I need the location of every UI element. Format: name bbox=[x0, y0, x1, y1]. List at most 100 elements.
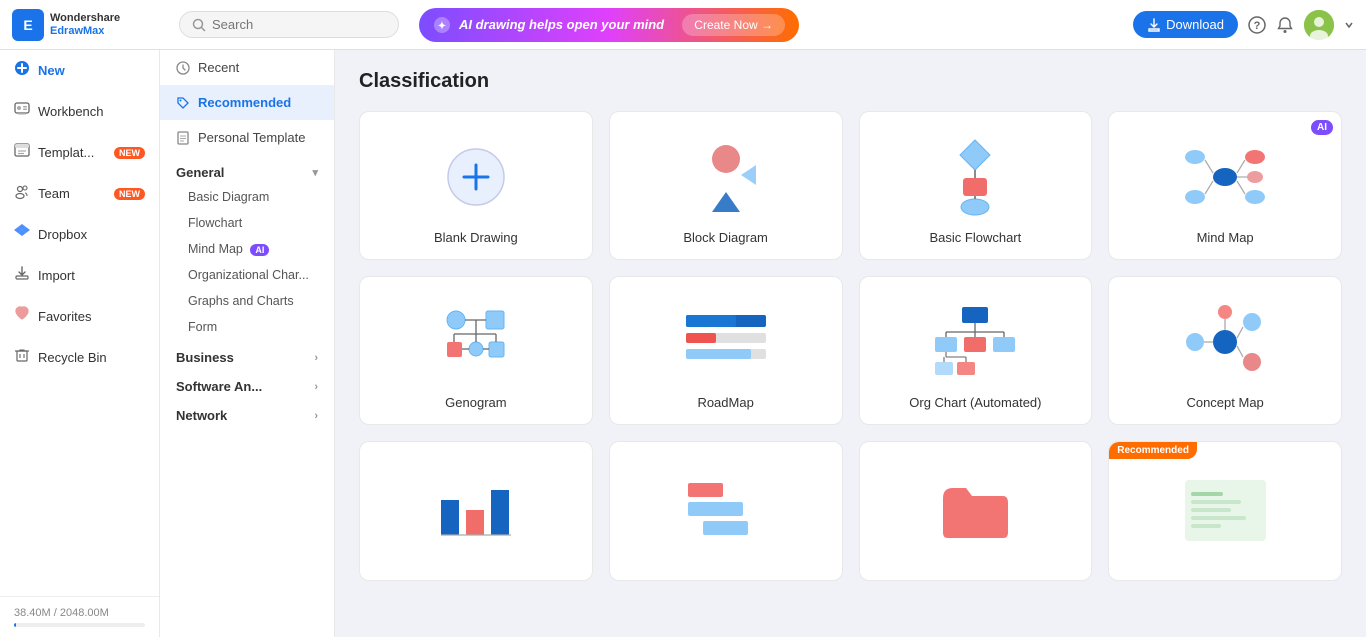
ai-create-now-button[interactable]: Create Now → bbox=[682, 14, 785, 36]
templates-new-badge: NEW bbox=[114, 147, 145, 159]
page-title: Classification bbox=[359, 70, 1342, 93]
plus-icon bbox=[14, 60, 30, 81]
nav-panel: Recent Recommended Personal Template Gen… bbox=[160, 50, 335, 637]
storage-bar bbox=[14, 623, 145, 627]
storage-info: 38.40M / 2048.00M bbox=[0, 596, 159, 637]
card-bar-chart[interactable] bbox=[359, 441, 593, 581]
card-visual-bar bbox=[370, 462, 582, 558]
mind-map-ai-badge: AI bbox=[250, 244, 269, 256]
card-visual-block bbox=[620, 132, 832, 222]
logo[interactable]: E Wondershare EdrawMax bbox=[12, 9, 167, 41]
storage-fill bbox=[14, 623, 16, 627]
card-visual-genogram bbox=[370, 297, 582, 387]
nav-sub-flowchart[interactable]: Flowchart bbox=[160, 210, 334, 236]
card-visual-blank bbox=[370, 132, 582, 222]
sidebar-item-templates[interactable]: Templat... NEW bbox=[0, 132, 159, 173]
search-input[interactable] bbox=[212, 17, 386, 32]
notifications-button[interactable] bbox=[1276, 16, 1294, 34]
card-org-chart-automated[interactable]: Org Chart (Automated) bbox=[859, 276, 1093, 425]
nav-section-business[interactable]: Business › bbox=[160, 340, 334, 369]
avatar[interactable] bbox=[1304, 10, 1334, 40]
sidebar-item-workbench[interactable]: Workbench bbox=[0, 91, 159, 132]
sidebar-item-dropbox[interactable]: Dropbox bbox=[0, 214, 159, 255]
card-visual-gantt bbox=[620, 462, 832, 558]
bell-icon bbox=[1276, 16, 1294, 34]
ai-banner: ✦ AI drawing helps open your mind Create… bbox=[419, 8, 799, 42]
card-label: Block Diagram bbox=[683, 230, 768, 245]
nav-item-recent[interactable]: Recent bbox=[160, 50, 334, 85]
nav-section-network[interactable]: Network › bbox=[160, 398, 334, 427]
card-recommended[interactable]: Recommended bbox=[1108, 441, 1342, 581]
ai-banner-text: AI drawing helps open your mind bbox=[459, 17, 674, 32]
card-block-diagram[interactable]: Block Diagram bbox=[609, 111, 843, 260]
card-concept-map[interactable]: Concept Map bbox=[1108, 276, 1342, 425]
card-visual-concept bbox=[1119, 297, 1331, 387]
nav-sub-basic-diagram[interactable]: Basic Diagram bbox=[160, 184, 334, 210]
svg-text:?: ? bbox=[1254, 20, 1261, 32]
card-visual-mindmap bbox=[1119, 132, 1331, 222]
search-icon bbox=[192, 18, 206, 32]
card-gantt[interactable] bbox=[609, 441, 843, 581]
svg-text:✦: ✦ bbox=[438, 21, 446, 32]
card-visual-orgchart bbox=[870, 297, 1082, 387]
cards-row-2: Genogram RoadMap bbox=[359, 276, 1342, 425]
main-area: New Workbench Templat... NEW Team NEW bbox=[0, 50, 1366, 637]
sidebar: New Workbench Templat... NEW Team NEW bbox=[0, 50, 160, 637]
card-mind-map[interactable]: AI Mind M bbox=[1108, 111, 1342, 260]
sidebar-item-new[interactable]: New bbox=[0, 50, 159, 91]
import-icon bbox=[14, 265, 30, 286]
chevron-right-icon: › bbox=[314, 410, 318, 422]
card-basic-flowchart[interactable]: Basic Flowchart bbox=[859, 111, 1093, 260]
nav-sub-mind-map[interactable]: Mind Map AI bbox=[160, 236, 334, 262]
card-visual-folder bbox=[870, 462, 1082, 558]
card-blank-drawing[interactable]: Blank Drawing bbox=[359, 111, 593, 260]
nav-item-recommended[interactable]: Recommended bbox=[160, 85, 334, 120]
card-label: Basic Flowchart bbox=[930, 230, 1022, 245]
card-label: Concept Map bbox=[1186, 395, 1263, 410]
card-label: Mind Map bbox=[1197, 230, 1254, 245]
chevron-down-icon: ▾ bbox=[312, 166, 318, 179]
logo-icon: E bbox=[12, 9, 44, 41]
card-folder[interactable] bbox=[859, 441, 1093, 581]
trash-icon bbox=[14, 347, 30, 368]
card-visual-recommended bbox=[1119, 462, 1331, 558]
nav-section-general[interactable]: General ▾ bbox=[160, 155, 334, 184]
sidebar-item-team[interactable]: Team NEW bbox=[0, 173, 159, 214]
recommended-badge: Recommended bbox=[1109, 442, 1197, 459]
nav-section-software[interactable]: Software An... › bbox=[160, 369, 334, 398]
logo-bot-text: EdrawMax bbox=[50, 25, 120, 37]
content-area: Classification Blank Drawing bbox=[335, 50, 1366, 637]
sidebar-item-recycle[interactable]: Recycle Bin bbox=[0, 337, 159, 378]
card-label: RoadMap bbox=[697, 395, 753, 410]
nav-item-personal-template[interactable]: Personal Template bbox=[160, 120, 334, 155]
topbar-right: Download ? bbox=[1133, 10, 1354, 40]
ai-icon: ✦ bbox=[433, 16, 451, 34]
nav-sub-org-chart[interactable]: Organizational Char... bbox=[160, 262, 334, 288]
avatar-icon bbox=[1304, 10, 1334, 40]
workbench-icon bbox=[14, 101, 30, 122]
file-icon bbox=[176, 131, 190, 145]
card-label: Org Chart (Automated) bbox=[909, 395, 1041, 410]
card-visual-flowchart bbox=[870, 132, 1082, 222]
nav-sub-graphs-charts[interactable]: Graphs and Charts bbox=[160, 288, 334, 314]
storage-text: 38.40M / 2048.00M bbox=[14, 607, 109, 619]
card-visual-roadmap bbox=[620, 297, 832, 387]
ai-badge: AI bbox=[1311, 120, 1333, 135]
download-icon bbox=[1147, 18, 1161, 32]
sidebar-item-favorites[interactable]: Favorites bbox=[0, 296, 159, 337]
download-button[interactable]: Download bbox=[1133, 11, 1238, 38]
team-icon bbox=[14, 183, 30, 204]
team-new-badge: NEW bbox=[114, 188, 145, 200]
card-roadmap[interactable]: RoadMap bbox=[609, 276, 843, 425]
clock-icon bbox=[176, 61, 190, 75]
search-box[interactable] bbox=[179, 11, 399, 38]
chevron-right-icon: › bbox=[314, 381, 318, 393]
tag-icon bbox=[176, 96, 190, 110]
card-genogram[interactable]: Genogram bbox=[359, 276, 593, 425]
sidebar-item-import[interactable]: Import bbox=[0, 255, 159, 296]
help-button[interactable]: ? bbox=[1248, 16, 1266, 34]
nav-sub-form[interactable]: Form bbox=[160, 314, 334, 340]
card-label: Genogram bbox=[445, 395, 506, 410]
card-label: Blank Drawing bbox=[434, 230, 518, 245]
dropbox-icon bbox=[14, 224, 30, 245]
